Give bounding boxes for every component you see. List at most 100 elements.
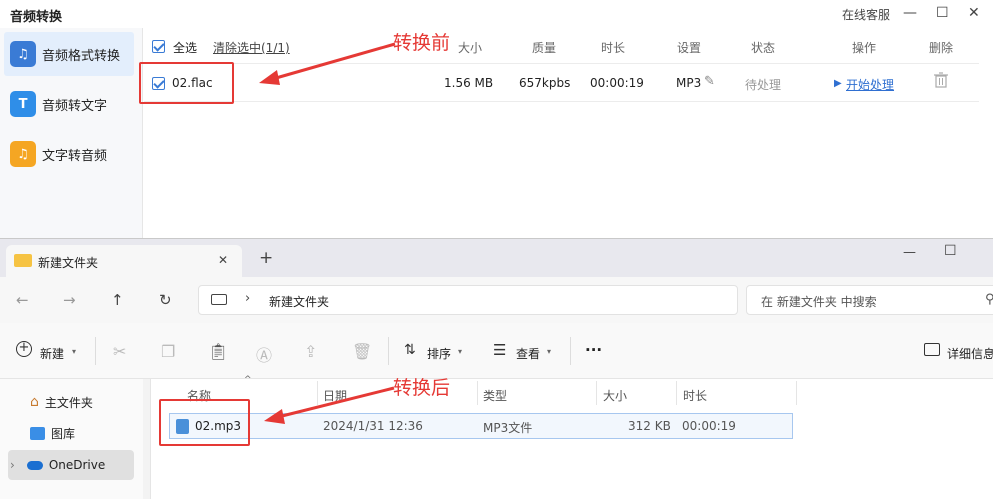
details-pane-icon: [924, 343, 940, 356]
annotation-arrow-before: [259, 42, 396, 85]
divider: [676, 381, 677, 405]
refresh-icon[interactable]: ↻: [159, 291, 172, 309]
file-type: MP3文件: [483, 421, 533, 435]
file-duration: 00:00:19: [682, 419, 736, 433]
play-icon: ▶: [834, 78, 842, 89]
divider: [596, 381, 597, 405]
app-sidebar: ♫ 音频格式转换 T 音频转文字 ♫ 文字转音频: [0, 28, 143, 240]
online-service-link[interactable]: 在线客服: [842, 6, 890, 23]
select-all-label[interactable]: 全选: [173, 39, 197, 56]
chevron-right-icon[interactable]: ›: [245, 291, 250, 306]
sort-up-icon: ^: [244, 375, 252, 385]
explorer-minimize-button[interactable]: —: [903, 245, 916, 260]
col-delete: 删除: [929, 41, 954, 55]
forward-arrow-icon[interactable]: →: [63, 291, 76, 309]
sidebar-item-label: 音频转文字: [42, 98, 108, 114]
col-size: 大小: [458, 41, 483, 55]
chevron-down-icon: ▾: [547, 347, 552, 356]
nav-item-home[interactable]: ⌂ 主文件夹: [8, 387, 134, 417]
app-title: 音频转换: [10, 10, 63, 25]
new-button[interactable]: 新建: [40, 345, 64, 362]
annotation-label-before: 转换前: [393, 32, 451, 54]
chevron-down-icon: ▾: [72, 347, 77, 356]
gallery-icon: [30, 426, 45, 440]
nav-item-label: 主文件夹: [44, 395, 93, 410]
new-tab-button[interactable]: +: [259, 248, 273, 268]
sidebar-item-label: 音频格式转换: [42, 48, 121, 64]
nav-item-onedrive[interactable]: › OneDrive: [8, 450, 134, 480]
tab-close-button[interactable]: ✕: [218, 253, 228, 267]
chevron-down-icon: ▾: [458, 347, 463, 356]
chevron-right-icon[interactable]: ›: [10, 458, 15, 472]
col-settings: 设置: [677, 41, 702, 55]
annotation-arrow-after: [264, 386, 395, 424]
audio-converter-app: 音频转换 在线客服 — ☐ ✕ ♫ 音频格式转换 T 音频转文字 ♫ 文字转音频…: [0, 0, 993, 240]
cut-icon[interactable]: ✂: [113, 342, 126, 361]
delete-icon[interactable]: 🗑︎: [352, 342, 372, 361]
audio-file-icon: ♫: [10, 141, 36, 167]
address-bar-row: ← → ↑ ↻ › 新建文件夹 在 新建文件夹 中搜索 ⚲: [0, 277, 993, 323]
sort-button[interactable]: 排序: [427, 345, 451, 362]
start-process-button[interactable]: 开始处理: [846, 76, 894, 93]
copy-icon[interactable]: ❐: [161, 342, 175, 361]
back-arrow-icon[interactable]: ←: [16, 291, 29, 309]
tab-title: 新建文件夹: [38, 256, 99, 270]
file-size: 312 KB: [628, 419, 671, 433]
col-quality: 质量: [532, 41, 557, 55]
paste-icon[interactable]: 📋︎: [208, 342, 228, 361]
divider: [388, 337, 389, 365]
app-maximize-button[interactable]: ☐: [936, 4, 949, 22]
sidebar-item-audio-to-text[interactable]: T 音频转文字: [4, 82, 134, 126]
app-close-button[interactable]: ✕: [968, 4, 980, 22]
trash-icon[interactable]: [934, 72, 948, 88]
up-arrow-icon[interactable]: ↑: [111, 291, 124, 309]
search-icon: ⚲: [985, 292, 993, 307]
view-button[interactable]: 查看: [516, 345, 540, 362]
tab-new-folder[interactable]: 新建文件夹 ✕: [6, 245, 242, 277]
details-button[interactable]: 详细信息: [947, 345, 993, 362]
search-input[interactable]: 在 新建文件夹 中搜索 ⚲: [746, 285, 993, 315]
row-duration: 00:00:19: [590, 76, 644, 90]
text-T-icon: T: [10, 91, 36, 117]
rename-icon[interactable]: Ⓐ: [256, 342, 272, 366]
divider: [95, 337, 96, 365]
select-all-checkbox[interactable]: [152, 40, 165, 53]
share-icon[interactable]: ⇪: [304, 342, 317, 361]
col-size[interactable]: 大小: [603, 387, 627, 404]
row-format: MP3: [676, 76, 702, 90]
computer-icon: [211, 294, 227, 305]
sidebar-item-audio-format-convert[interactable]: ♫ 音频格式转换: [4, 32, 134, 76]
sidebar-item-label: 文字转音频: [42, 148, 108, 164]
view-icon: ☰: [493, 341, 507, 359]
nav-item-label: 图库: [51, 426, 76, 441]
more-options-button[interactable]: ···: [585, 341, 602, 359]
col-type[interactable]: 类型: [483, 387, 507, 404]
row-status: 待处理: [745, 78, 782, 92]
sidebar-item-text-to-audio[interactable]: ♫ 文字转音频: [4, 132, 134, 176]
address-input[interactable]: › 新建文件夹: [198, 285, 738, 315]
folder-icon: [14, 254, 32, 267]
divider: [477, 381, 478, 405]
nav-item-label: OneDrive: [48, 458, 106, 472]
annotation-label-after: 转换后: [393, 377, 451, 399]
home-icon: ⌂: [30, 394, 39, 410]
divider: [570, 337, 571, 365]
navigation-pane: ⌂ 主文件夹 图库 › OneDrive: [0, 379, 143, 499]
file-explorer-window: 新建文件夹 ✕ + — ☐ ← → ↑ ↻ › 新建文件夹 在 新建文件夹 中搜…: [0, 238, 993, 499]
explorer-tab-bar: 新建文件夹 ✕ + — ☐: [0, 239, 993, 277]
breadcrumb[interactable]: 新建文件夹: [269, 293, 329, 310]
col-duration[interactable]: 时长: [683, 387, 707, 404]
music-note-icon: ♫: [10, 41, 36, 67]
sort-icon: ⇅: [404, 342, 416, 358]
divider: [796, 381, 797, 405]
col-action: 操作: [852, 41, 877, 55]
search-placeholder: 在 新建文件夹 中搜索: [761, 295, 877, 309]
explorer-maximize-button[interactable]: ☐: [944, 243, 957, 259]
row-quality: 657kpbs: [519, 76, 571, 90]
nav-item-gallery[interactable]: 图库: [8, 418, 134, 448]
col-status: 状态: [751, 41, 776, 55]
edit-icon[interactable]: ✎: [704, 74, 715, 89]
cloud-icon: [26, 460, 43, 470]
app-minimize-button[interactable]: —: [903, 4, 917, 22]
row-size: 1.56 MB: [444, 76, 494, 90]
